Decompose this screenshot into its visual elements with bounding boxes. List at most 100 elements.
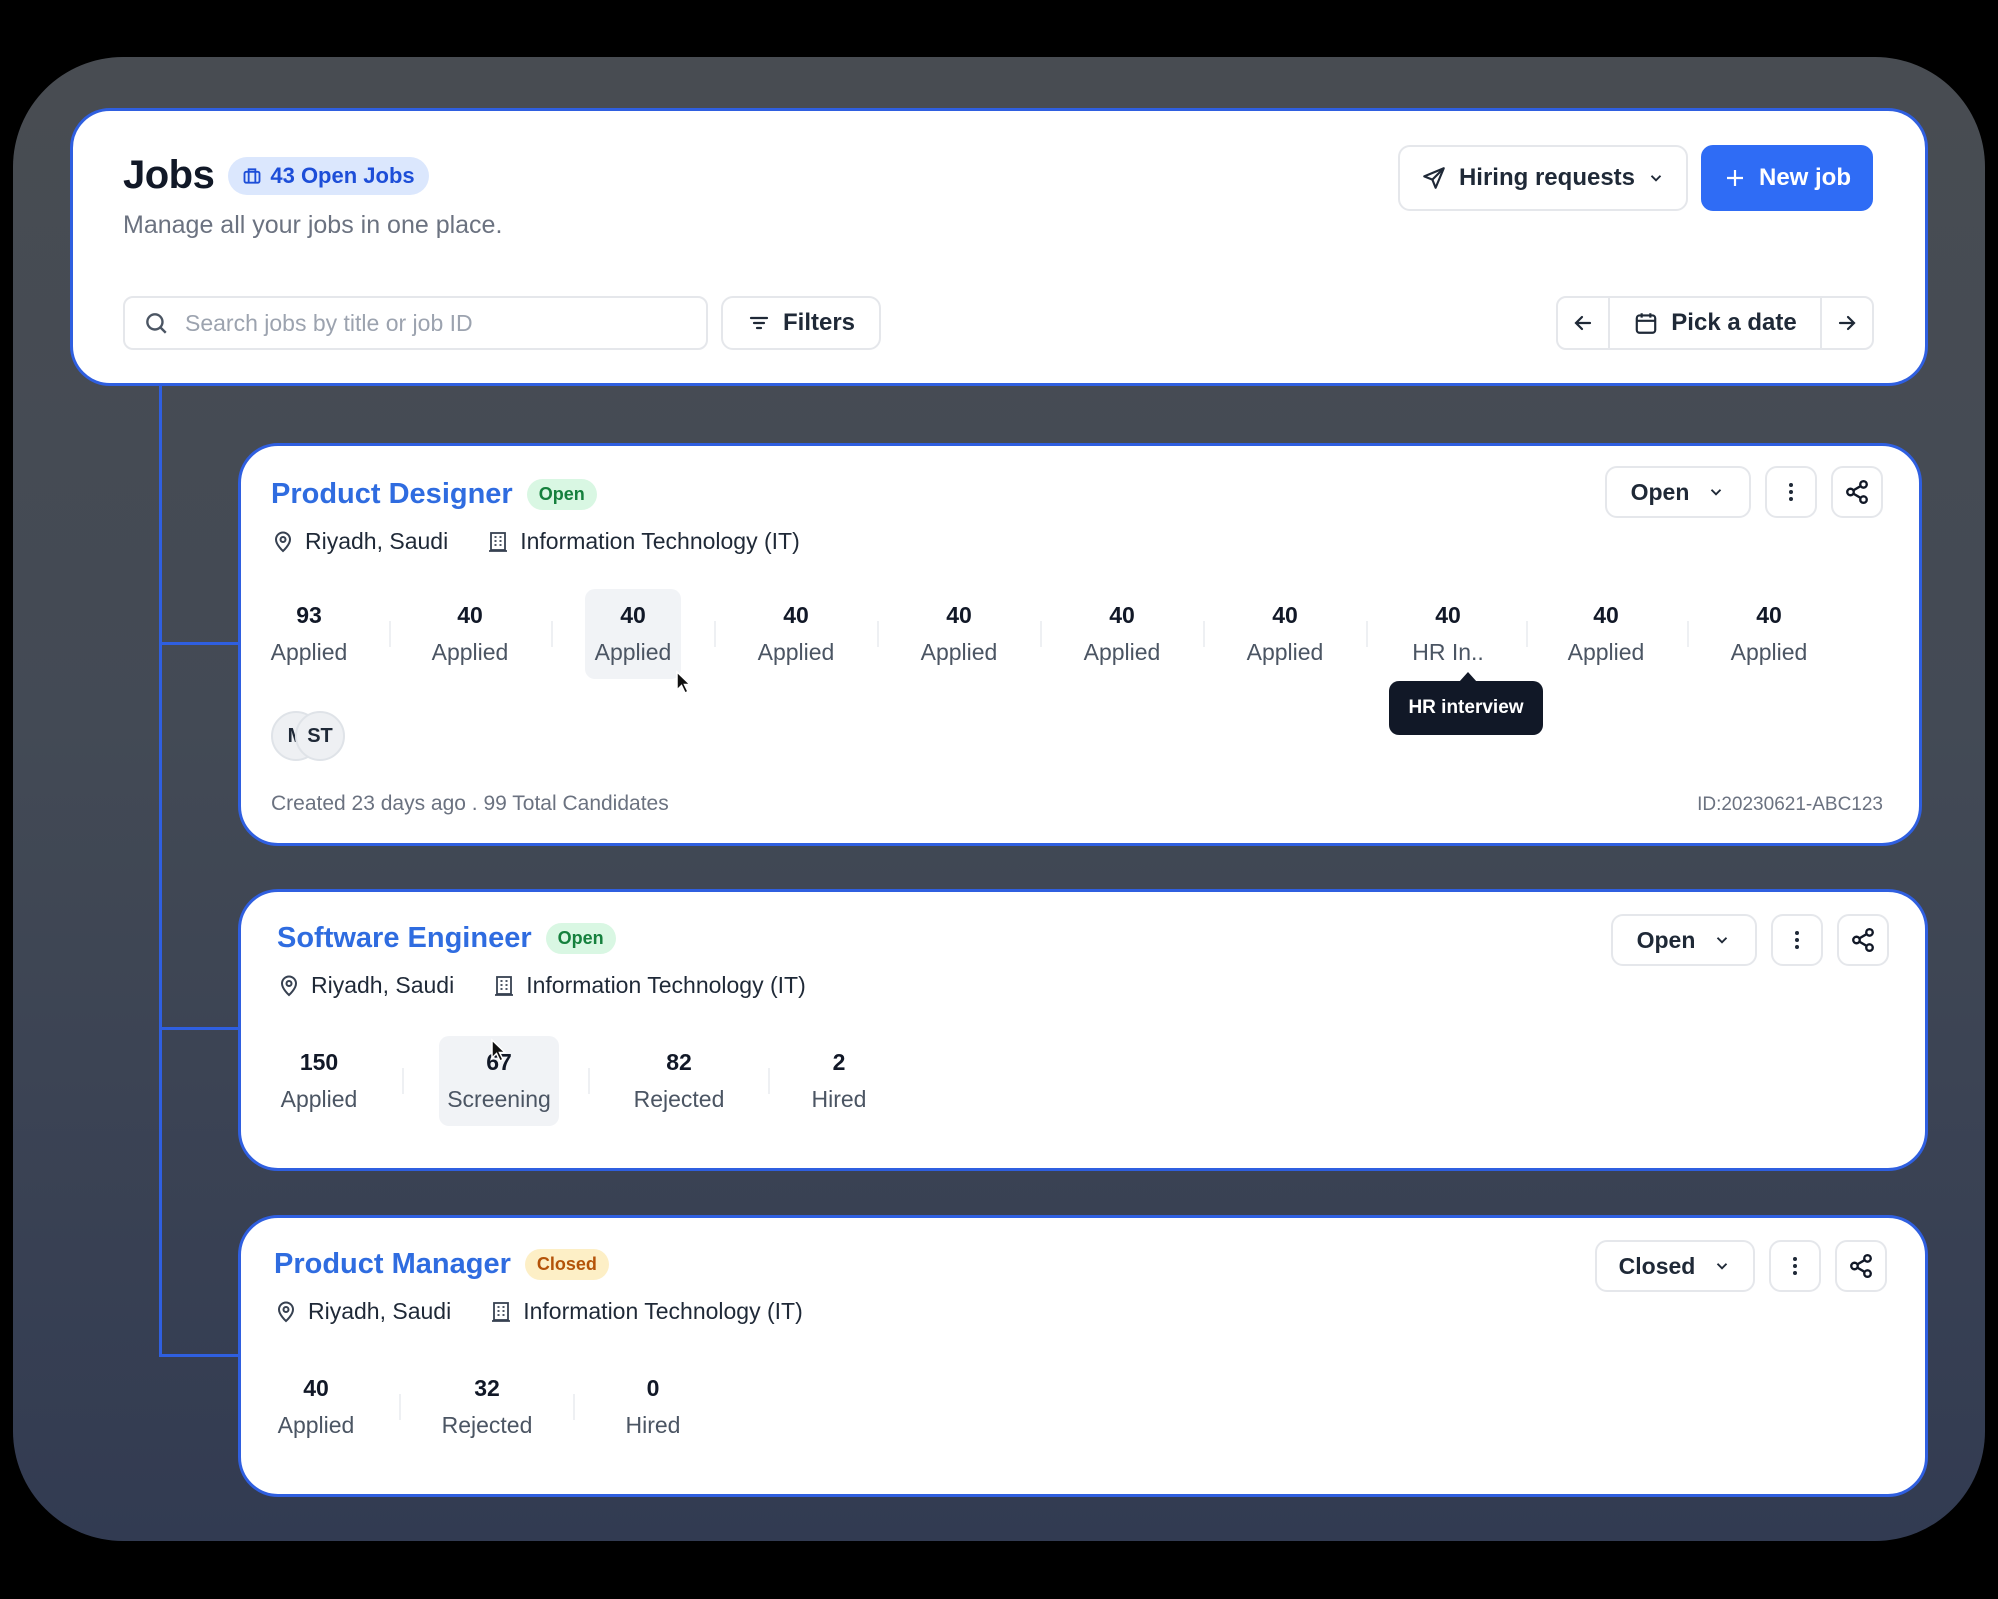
job-actions: Closed <box>1595 1240 1887 1292</box>
chevron-down-icon <box>1650 175 1662 182</box>
stage-item[interactable]: 2 Hired <box>799 1036 879 1126</box>
stage-item[interactable]: 93 Applied <box>261 589 357 679</box>
stage-item[interactable]: 82 Rejected <box>619 1036 739 1126</box>
stage-count: 40 <box>1109 602 1135 628</box>
job-card-software-engineer[interactable]: Software Engineer Open Riyadh, Saudi Inf… <box>238 889 1928 1171</box>
stage-item[interactable]: 40 Applied <box>1558 589 1654 679</box>
chevron-down-icon <box>1717 937 1728 944</box>
job-card-product-designer[interactable]: Product Designer Open Riyadh, Saudi Info… <box>238 443 1922 846</box>
stage-divider <box>399 1394 401 1420</box>
hiring-requests-button[interactable]: Hiring requests <box>1398 145 1688 211</box>
job-location: Riyadh, Saudi <box>305 528 449 554</box>
status-pill: Closed <box>524 1249 609 1280</box>
more-vertical-icon <box>1795 931 1799 949</box>
stage-count: 40 <box>303 1375 329 1401</box>
stage-label: Rejected <box>441 1412 533 1438</box>
mouse-cursor-icon <box>676 670 692 695</box>
job-status-select[interactable]: Open <box>1611 914 1757 966</box>
page-subtitle: Manage all your jobs in one place. <box>123 211 503 239</box>
stage-label: Applied <box>757 639 835 665</box>
job-status-select[interactable]: Closed <box>1595 1240 1755 1292</box>
mouse-cursor-icon <box>491 1038 507 1063</box>
more-options-button[interactable] <box>1769 1240 1821 1292</box>
status-pill: Open <box>545 923 616 954</box>
search-field[interactable] <box>123 296 708 350</box>
new-job-button[interactable]: New job <box>1701 145 1873 211</box>
date-navigator: Pick a date <box>1556 296 1874 350</box>
stage-item[interactable]: 40 Applied <box>1237 589 1333 679</box>
stage-item[interactable]: 40 Applied <box>911 589 1007 679</box>
chevron-down-icon <box>1711 489 1722 496</box>
stage-label: Hired <box>625 1412 681 1438</box>
stage-item[interactable]: 40 Applied <box>422 589 518 679</box>
jobs-header-card: Jobs 43 Open Jobs Manage all your jobs i… <box>70 108 1928 386</box>
pick-date-label: Pick a date <box>1671 309 1797 336</box>
title-row: Jobs 43 Open Jobs <box>123 153 429 198</box>
building-icon <box>492 1301 511 1322</box>
job-title-row: Product Manager Closed <box>274 1248 609 1281</box>
stage-count: 40 <box>620 602 646 628</box>
share-icon <box>1852 927 1874 953</box>
stage-tooltip: HR interview <box>1389 672 1543 735</box>
stage-item[interactable]: 150 Applied <box>271 1036 367 1126</box>
map-pin-icon <box>277 1301 295 1322</box>
stage-item[interactable]: 40 Applied <box>748 589 844 679</box>
share-button[interactable] <box>1837 914 1889 966</box>
stage-divider <box>1526 621 1528 647</box>
tree-connector-job-3 <box>159 1354 241 1357</box>
calendar-icon <box>1636 313 1657 334</box>
job-title[interactable]: Product Manager <box>274 1248 511 1281</box>
stage-item-hr-interview[interactable]: 40 HR In.. <box>1400 589 1496 679</box>
stage-count: 32 <box>474 1375 500 1401</box>
stage-item[interactable]: 0 Hired <box>613 1362 693 1452</box>
map-pin-icon <box>280 975 298 996</box>
filters-button[interactable]: Filters <box>721 296 881 350</box>
more-vertical-icon <box>1793 1257 1797 1275</box>
next-date-button[interactable] <box>1820 298 1872 348</box>
stage-label: Applied <box>1567 639 1645 665</box>
share-button[interactable] <box>1835 1240 1887 1292</box>
job-status-value: Open <box>1630 478 1690 505</box>
building-icon <box>495 975 514 996</box>
job-title[interactable]: Software Engineer <box>277 922 532 955</box>
job-status-select[interactable]: Open <box>1605 466 1751 518</box>
search-input[interactable] <box>185 309 665 337</box>
stage-count: 40 <box>946 602 972 628</box>
stage-item[interactable]: 40 Applied <box>271 1362 361 1452</box>
stage-count: 40 <box>1272 602 1298 628</box>
stage-item[interactable]: 40 Applied <box>1721 589 1817 679</box>
arrow-right-icon <box>1838 315 1856 331</box>
share-icon <box>1850 1253 1872 1279</box>
stage-item[interactable]: 40 Applied <box>1074 589 1170 679</box>
previous-date-button[interactable] <box>1558 298 1610 348</box>
avatar[interactable]: ST <box>295 711 345 761</box>
stage-item-hovered[interactable]: 40 Applied <box>585 589 681 679</box>
stage-item[interactable]: 32 Rejected <box>439 1362 535 1452</box>
job-title-row: Software Engineer Open <box>277 922 616 955</box>
send-icon <box>1423 167 1445 189</box>
job-status-value: Open <box>1636 926 1696 953</box>
job-status-value: Closed <box>1618 1252 1696 1279</box>
page-title: Jobs <box>123 153 215 197</box>
filter-icon <box>749 316 769 330</box>
stage-count: 40 <box>457 602 483 628</box>
more-options-button[interactable] <box>1771 914 1823 966</box>
job-title[interactable]: Product Designer <box>271 478 513 511</box>
stage-count: 93 <box>296 602 322 628</box>
stage-label: Rejected <box>633 1086 725 1112</box>
more-options-button[interactable] <box>1765 466 1817 518</box>
chevron-down-icon <box>1717 1263 1728 1270</box>
stage-count: 40 <box>1435 602 1461 628</box>
share-button[interactable] <box>1831 466 1883 518</box>
hiring-requests-label: Hiring requests <box>1458 164 1636 191</box>
stage-label: Applied <box>1730 639 1808 665</box>
job-meta: Riyadh, Saudi Information Technology (IT… <box>277 972 806 999</box>
stage-label: HR In.. <box>1412 639 1484 665</box>
stage-label: Hired <box>811 1086 867 1112</box>
share-icon <box>1846 479 1868 505</box>
pick-date-button[interactable]: Pick a date <box>1610 298 1820 348</box>
stage-divider <box>876 621 879 647</box>
job-card-product-manager[interactable]: Product Manager Closed Riyadh, Saudi Inf… <box>238 1215 1928 1497</box>
stage-divider <box>402 1068 404 1094</box>
stage-divider <box>768 1068 770 1094</box>
